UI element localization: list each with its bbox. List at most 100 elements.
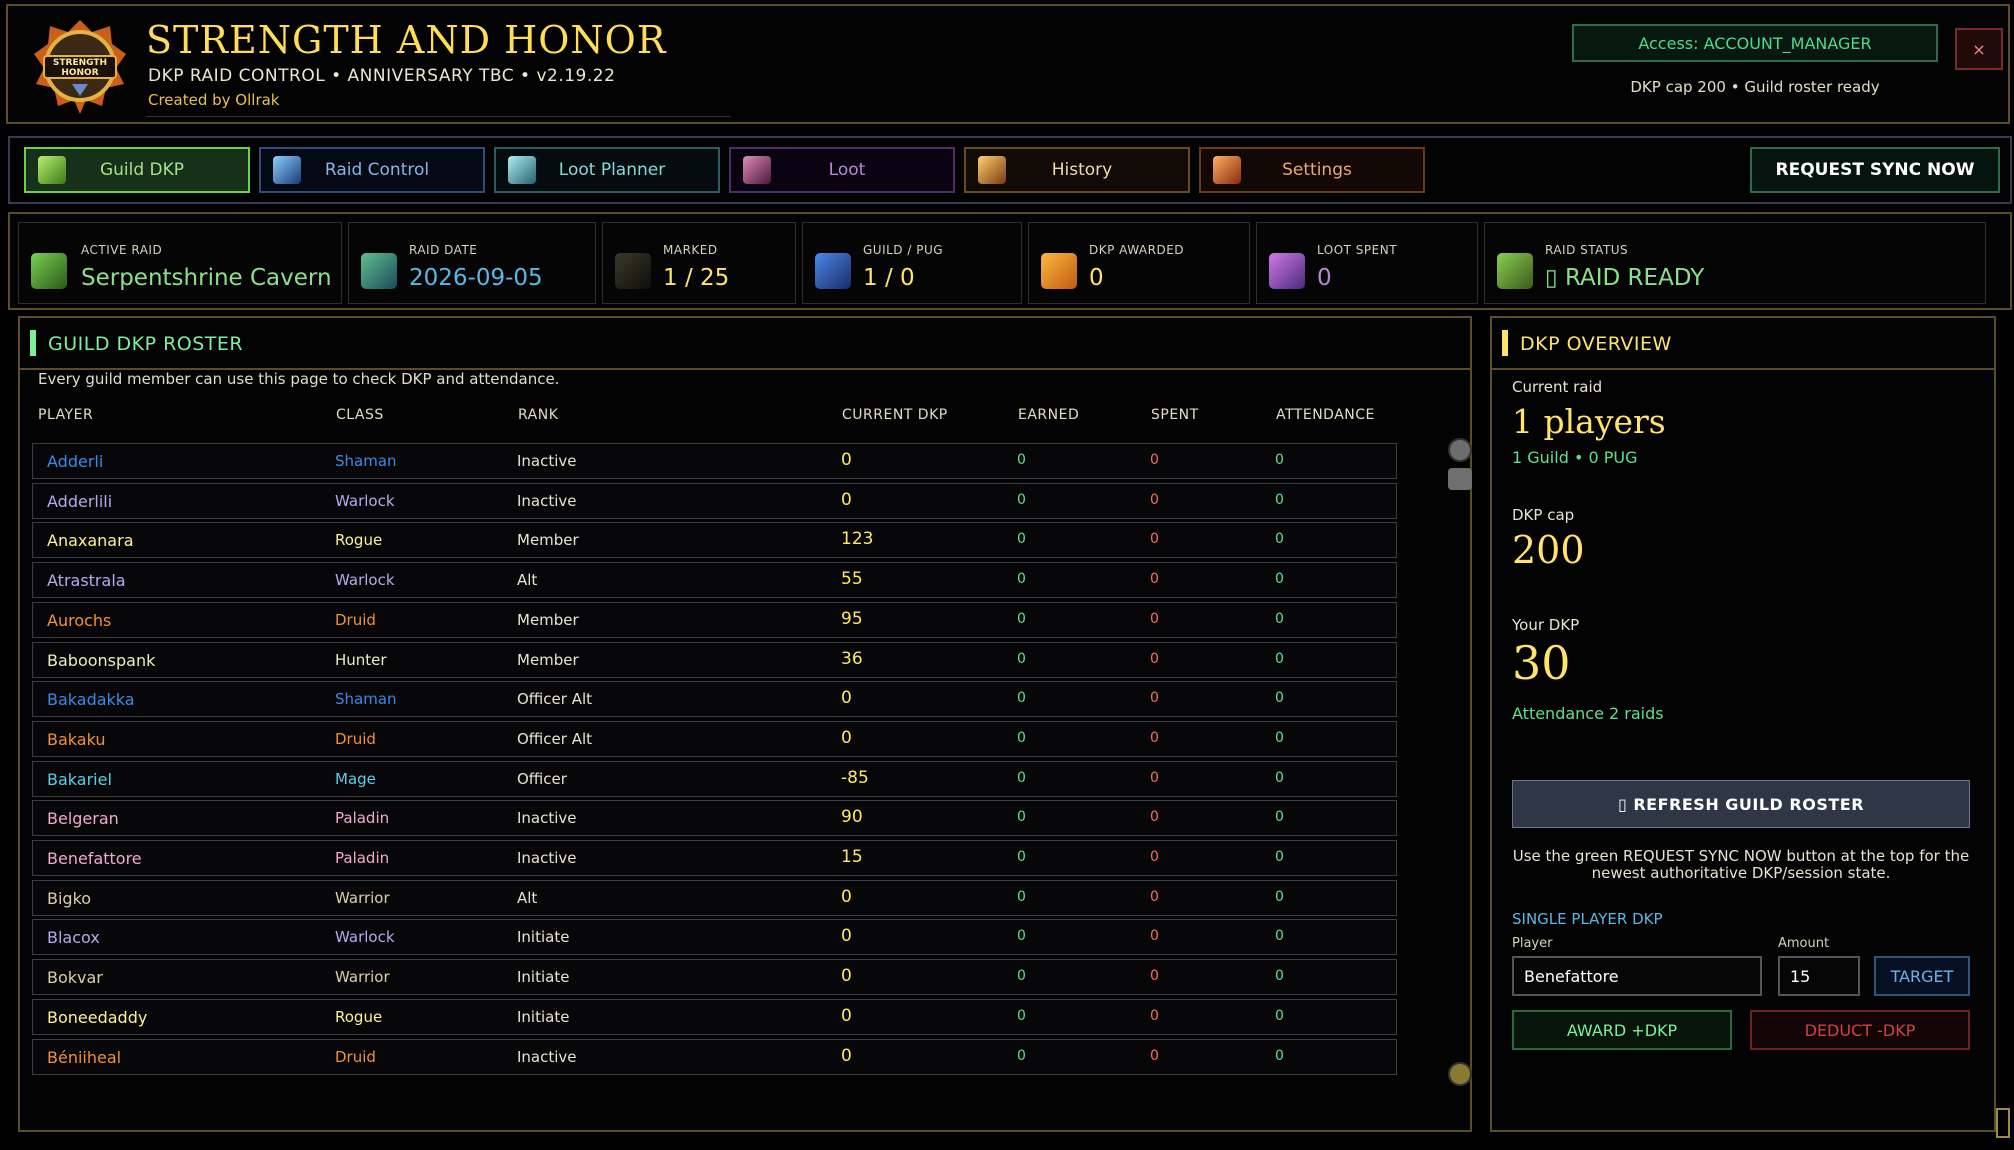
tab-label: Guild DKP <box>99 160 185 180</box>
table-row[interactable]: Adderlili Warlock Inactive 0 0 0 0 <box>32 482 1397 519</box>
your-dkp-label: Your DKP <box>1512 616 1580 634</box>
table-row[interactable]: Bokvar Warrior Initiate 0 0 0 0 <box>32 959 1397 996</box>
stat-value: Serpentshrine Cavern <box>81 265 332 291</box>
player-attendance: 0 <box>1275 531 1284 548</box>
tab-settings[interactable]: Settings <box>1199 147 1425 193</box>
chest-icon <box>743 156 771 184</box>
attendance-text: Attendance 2 raids <box>1512 704 1664 723</box>
player-current-dkp: 90 <box>841 807 863 828</box>
scroll-up-button[interactable] <box>1448 438 1472 462</box>
table-row[interactable]: Béniiheal Druid Inactive 0 0 0 0 <box>32 1038 1397 1075</box>
player-name: Benefattore <box>47 849 142 868</box>
player-name: Bokvar <box>47 968 103 988</box>
player-spent: 0 <box>1150 928 1159 945</box>
player-attendance: 0 <box>1275 729 1284 746</box>
roster-note: Every guild member can use this page to … <box>38 370 560 388</box>
player-earned: 0 <box>1017 1047 1026 1064</box>
amount-field[interactable] <box>1778 956 1860 996</box>
player-attendance: 0 <box>1275 690 1284 707</box>
orb-icon <box>1269 253 1305 289</box>
stat-label: ACTIVE RAID <box>81 243 163 257</box>
player-rank: Inactive <box>517 452 577 470</box>
table-row[interactable]: Aurochs Druid Member 95 0 0 0 <box>32 601 1397 638</box>
player-field[interactable] <box>1512 956 1762 996</box>
scroll-down-button[interactable] <box>1448 1062 1472 1086</box>
player-spent: 0 <box>1150 531 1159 548</box>
table-row[interactable]: Baboonspank Hunter Member 36 0 0 0 <box>32 641 1397 678</box>
player-attendance: 0 <box>1275 809 1284 826</box>
deduct-dkp-button[interactable]: DEDUCT -DKP <box>1750 1010 1970 1050</box>
player-current-dkp: 0 <box>841 450 852 470</box>
col-current-dkp[interactable]: CURRENT DKP <box>842 407 948 423</box>
col-spent[interactable]: SPENT <box>1151 407 1199 423</box>
player-earned: 0 <box>1017 610 1026 627</box>
award-dkp-button[interactable]: AWARD +DKP <box>1512 1010 1732 1050</box>
potion-icon <box>38 156 66 184</box>
table-row[interactable]: Adderli Shaman Inactive 0 0 0 0 <box>32 443 1397 479</box>
accent-bar <box>1502 330 1508 356</box>
player-class: Druid <box>335 729 376 748</box>
player-spent: 0 <box>1150 729 1159 746</box>
table-row[interactable]: Blacox Warlock Initiate 0 0 0 0 <box>32 919 1397 956</box>
tab-loot[interactable]: Loot <box>729 147 955 193</box>
col-player[interactable]: PLAYER <box>38 407 93 423</box>
stat-value: 0 <box>1089 265 1104 291</box>
access-badge: Access: ACCOUNT_MANAGER <box>1572 24 1938 62</box>
request-sync-button[interactable]: REQUEST SYNC NOW <box>1750 147 2000 193</box>
table-row[interactable]: Atrastrala Warlock Alt 55 0 0 0 <box>32 562 1397 599</box>
player-rank: Alt <box>517 571 538 590</box>
player-rank: Member <box>517 610 579 629</box>
resize-handle[interactable] <box>1996 1108 2010 1138</box>
col-class[interactable]: CLASS <box>336 407 384 423</box>
refresh-guild-roster-button[interactable]: ▯ REFRESH GUILD ROSTER <box>1512 780 1970 828</box>
tab-label: Loot Planner <box>558 160 666 180</box>
col-earned[interactable]: EARNED <box>1018 407 1079 423</box>
player-class: Paladin <box>335 849 390 867</box>
close-button[interactable]: × <box>1955 28 2003 70</box>
coins-icon <box>1041 253 1077 289</box>
dkp-cap-value: 200 <box>1512 528 1585 572</box>
tab-guild-dkp[interactable]: Guild DKP <box>24 147 250 193</box>
tab-raid-control[interactable]: Raid Control <box>259 147 485 193</box>
table-row[interactable]: Benefattore Paladin Inactive 15 0 0 0 <box>32 840 1397 876</box>
col-attendance[interactable]: ATTENDANCE <box>1276 407 1375 423</box>
raid-stats-bar: ACTIVE RAID Serpentshrine Cavern RAID DATE… <box>8 212 2012 310</box>
dkp-cap-label: DKP cap <box>1512 506 1575 524</box>
tab-label: Settings <box>1282 160 1352 180</box>
guild-icon <box>815 253 851 289</box>
player-current-dkp: 95 <box>841 608 863 629</box>
status-icon <box>1497 253 1533 289</box>
guild-pug-count: 1 Guild • 0 PUG <box>1512 448 1638 467</box>
table-row[interactable]: Anaxanara Rogue Member 123 0 0 0 <box>32 522 1397 559</box>
table-row[interactable]: Bakariel Mage Officer -85 0 0 0 <box>32 760 1397 797</box>
player-current-dkp: 0 <box>841 489 852 510</box>
stat-marked: MARKED 1 / 25 <box>602 222 796 304</box>
player-current-dkp: 36 <box>841 648 863 669</box>
accent-bar <box>30 330 36 356</box>
player-rank: Inactive <box>517 809 577 828</box>
overview-header: DKP OVERVIEW <box>1492 318 1994 370</box>
player-spent: 0 <box>1150 888 1159 905</box>
table-row[interactable]: Bigko Warrior Alt 0 0 0 0 <box>32 879 1397 916</box>
col-rank[interactable]: RANK <box>518 407 558 423</box>
stat-dkp-awarded: DKP AWARDED 0 <box>1028 222 1250 304</box>
tab-loot-planner[interactable]: Loot Planner <box>494 147 720 193</box>
player-class: Warlock <box>335 491 395 510</box>
player-attendance: 0 <box>1275 571 1284 588</box>
table-row[interactable]: Boneedaddy Rogue Initiate 0 0 0 0 <box>32 998 1397 1035</box>
player-name: Belgeran <box>47 809 119 829</box>
target-button[interactable]: TARGET <box>1874 956 1970 996</box>
scroll-icon <box>508 156 536 184</box>
overview-title: DKP OVERVIEW <box>1520 333 1672 355</box>
player-attendance: 0 <box>1275 1047 1284 1064</box>
table-row[interactable]: Bakaku Druid Officer Alt 0 0 0 0 <box>32 720 1397 757</box>
scrollbar-thumb[interactable] <box>1448 468 1472 490</box>
player-earned: 0 <box>1017 888 1026 905</box>
table-row[interactable]: Belgeran Paladin Inactive 90 0 0 0 <box>32 800 1397 837</box>
stat-value: 1 / 0 <box>863 265 915 291</box>
tab-history[interactable]: History <box>964 147 1190 193</box>
player-attendance: 0 <box>1275 610 1284 627</box>
player-earned: 0 <box>1017 571 1026 588</box>
player-name: Bigko <box>47 888 92 908</box>
table-row[interactable]: Bakadakka Shaman Officer Alt 0 0 0 0 <box>32 681 1397 718</box>
